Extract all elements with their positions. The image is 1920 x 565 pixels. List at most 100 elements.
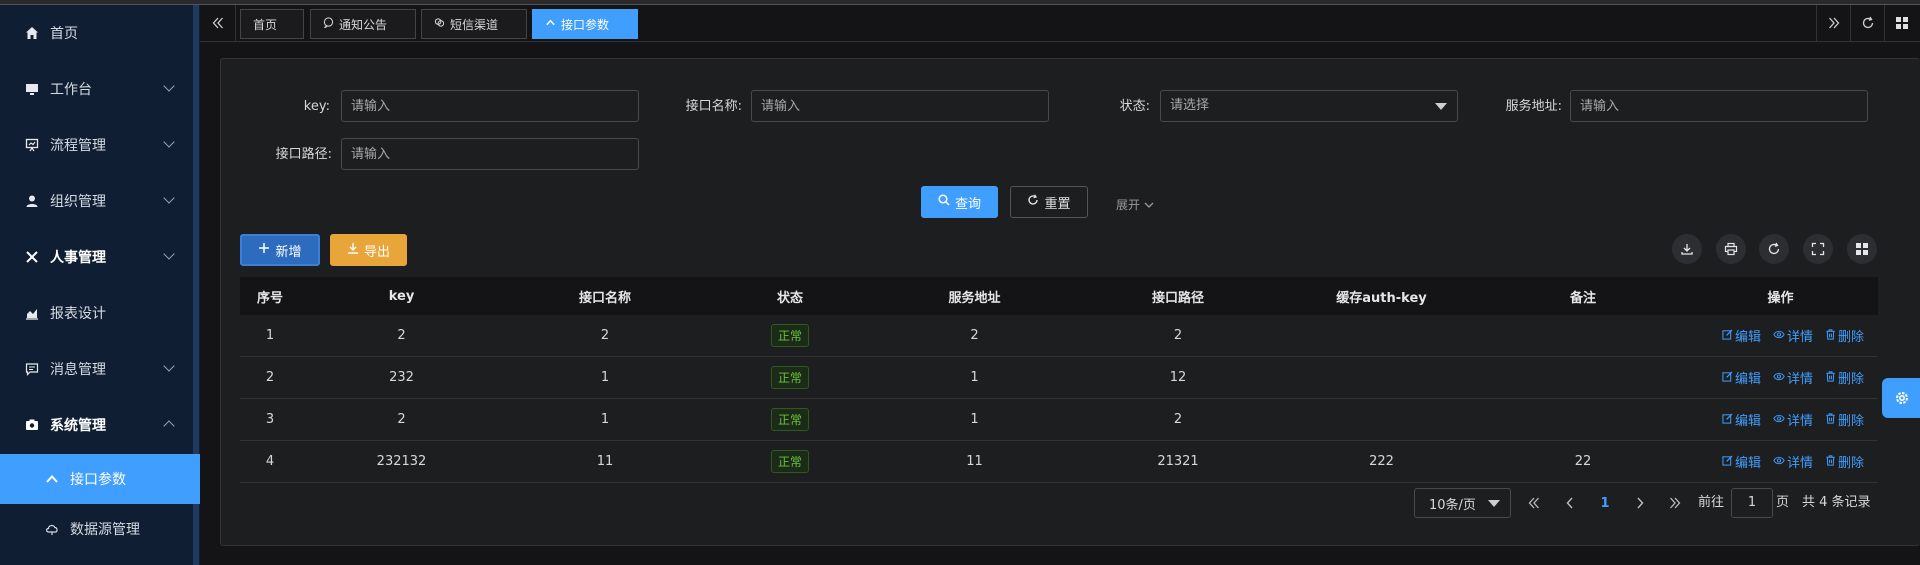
print-button[interactable] <box>1716 234 1746 264</box>
last-page-button[interactable] <box>1660 488 1690 518</box>
tab-menu-button[interactable] <box>1884 5 1918 41</box>
edit-button[interactable]: 编辑 <box>1722 326 1761 345</box>
delete-button[interactable]: 删除 <box>1825 326 1864 345</box>
sidebar-item-flow[interactable]: 流程管理 <box>0 117 193 173</box>
query-button[interactable]: 查询 <box>921 186 998 218</box>
tabs-scroll-left-button[interactable] <box>200 5 236 41</box>
sidebar-item-label: 工作台 <box>50 82 92 98</box>
expand-toggle[interactable]: 展开 <box>1116 196 1154 213</box>
sidebar-item-workbench[interactable]: 工作台 <box>0 61 193 117</box>
sidebar-item-home[interactable]: 首页 <box>0 5 193 61</box>
detail-button[interactable]: 详情 <box>1773 326 1813 345</box>
edit-label: 编辑 <box>1734 456 1761 471</box>
column-header[interactable]: 服务地址 <box>873 277 1076 315</box>
tab-home[interactable]: 首页 <box>240 9 304 39</box>
download-button[interactable] <box>1672 234 1702 264</box>
server-url-input[interactable] <box>1570 90 1868 122</box>
column-header[interactable]: 序号 <box>240 277 300 315</box>
sidebar-item-org[interactable]: 组织管理 <box>0 173 193 229</box>
sidebar-subitem-label: 接口参数 <box>70 472 126 488</box>
detail-label: 详情 <box>1786 456 1813 471</box>
tab-label: 接口参数 <box>561 17 610 32</box>
refresh-table-button[interactable] <box>1759 234 1789 264</box>
sidebar-subitem-label: 数据源管理 <box>70 522 140 538</box>
column-header[interactable]: 接口路径 <box>1076 277 1280 315</box>
tab-api-params[interactable]: 接口参数 <box>532 9 638 39</box>
sidebar-item-hr[interactable]: 人事管理 <box>0 229 193 285</box>
chart-icon <box>24 305 40 321</box>
eye-icon <box>1773 329 1785 343</box>
delete-button[interactable]: 删除 <box>1825 452 1864 471</box>
eye-icon <box>1773 413 1785 427</box>
sidebar-subitem-api-params[interactable]: 接口参数 <box>0 454 200 504</box>
sidebar-item-label: 组织管理 <box>50 194 106 210</box>
export-button[interactable]: 导出 <box>330 234 407 266</box>
fullscreen-icon <box>1811 242 1825 256</box>
page-number-current[interactable]: 1 <box>1590 488 1620 518</box>
status-label: 状态: <box>1119 99 1150 114</box>
delete-button[interactable]: 删除 <box>1825 368 1864 387</box>
cell-index: 3 <box>265 412 275 427</box>
sidebar-item-system[interactable]: 系统管理 <box>0 397 193 453</box>
edit-button[interactable]: 编辑 <box>1722 368 1761 387</box>
reset-button[interactable]: 重置 <box>1010 186 1088 218</box>
edit-button[interactable]: 编辑 <box>1722 410 1761 429</box>
next-page-button[interactable] <box>1625 488 1655 518</box>
table-row: 1 2 2 正常 2 2 编辑 详情 删除 <box>240 315 1878 357</box>
key-input[interactable] <box>341 90 639 122</box>
refresh-tab-button[interactable] <box>1850 5 1884 41</box>
api-name-input[interactable] <box>751 90 1049 122</box>
status-select[interactable]: 请选择 <box>1160 90 1458 122</box>
cell-status: 正常 <box>707 441 873 482</box>
edit-button[interactable]: 编辑 <box>1722 452 1761 471</box>
eye-icon <box>1773 371 1785 385</box>
camera-icon <box>24 417 40 433</box>
download-icon <box>347 242 359 258</box>
chevron-left-icon <box>1566 497 1573 509</box>
first-page-button[interactable] <box>1519 488 1549 518</box>
prev-page-button[interactable] <box>1555 488 1585 518</box>
tabs-bar: 首页 通知公告 短信渠道 接口参数 <box>200 5 1920 42</box>
printer-icon <box>1724 242 1738 256</box>
cloud-icon <box>44 522 60 536</box>
cell-auth-key <box>1280 399 1483 440</box>
column-header[interactable]: 备注 <box>1483 277 1683 315</box>
column-header[interactable]: 操作 <box>1683 277 1878 315</box>
tab-sms[interactable]: 短信渠道 <box>421 9 527 39</box>
cell-index: 2 <box>265 370 275 385</box>
fullscreen-button[interactable] <box>1803 234 1833 264</box>
delete-button[interactable]: 删除 <box>1825 410 1864 429</box>
trash-icon <box>1825 370 1836 385</box>
double-chevron-left-icon <box>1528 497 1539 509</box>
detail-button[interactable]: 详情 <box>1773 452 1813 471</box>
add-button[interactable]: 新增 <box>240 234 320 266</box>
tab-notice[interactable]: 通知公告 <box>310 9 416 39</box>
column-header[interactable]: 缓存auth-key <box>1280 277 1483 315</box>
column-header[interactable]: 接口名称 <box>503 277 707 315</box>
cell-status: 正常 <box>707 315 873 356</box>
column-settings-button[interactable] <box>1847 234 1877 264</box>
sidebar-subitem-datasource[interactable]: 数据源管理 <box>0 504 200 554</box>
detail-button[interactable]: 详情 <box>1773 410 1813 429</box>
sidebar-item-message[interactable]: 消息管理 <box>0 341 193 397</box>
detail-label: 详情 <box>1786 414 1813 429</box>
export-button-label: 导出 <box>363 244 390 260</box>
page-size-select[interactable]: 10条/页 <box>1414 488 1511 518</box>
api-path-label: 接口路径: <box>275 147 332 162</box>
tabs-scroll-right-button[interactable] <box>1816 5 1850 41</box>
sidebar-item-report[interactable]: 报表设计 <box>0 285 193 341</box>
settings-float-button[interactable] <box>1882 378 1920 418</box>
delete-label: 删除 <box>1837 330 1864 345</box>
api-path-input[interactable] <box>341 138 639 170</box>
monitor-icon <box>24 81 40 97</box>
column-header[interactable]: 状态 <box>707 277 873 315</box>
detail-button[interactable]: 详情 <box>1773 368 1813 387</box>
cell-auth-key <box>1280 357 1483 398</box>
column-header[interactable]: key <box>300 277 503 315</box>
chevron-down-icon <box>163 360 175 372</box>
detail-label: 详情 <box>1786 330 1813 345</box>
double-chevron-left-icon <box>212 17 223 29</box>
goto-page-input[interactable]: 1 <box>1731 488 1773 518</box>
tab-label: 短信渠道 <box>450 17 499 32</box>
edit-label: 编辑 <box>1734 330 1761 345</box>
